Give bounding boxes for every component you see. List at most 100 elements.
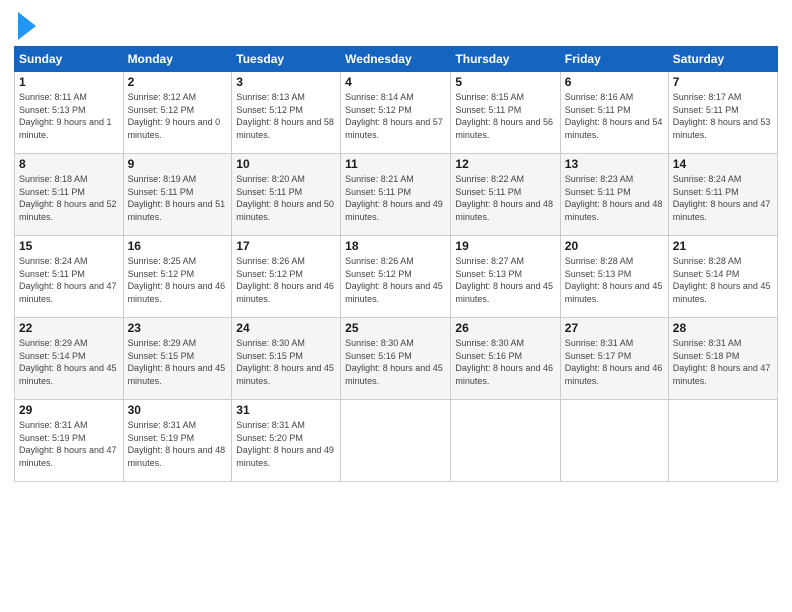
day-info: Sunrise: 8:25 AMSunset: 5:12 PMDaylight:… xyxy=(128,256,226,304)
calendar-cell: 20 Sunrise: 8:28 AMSunset: 5:13 PMDaylig… xyxy=(560,236,668,318)
calendar-cell: 14 Sunrise: 8:24 AMSunset: 5:11 PMDaylig… xyxy=(668,154,777,236)
calendar-cell: 2 Sunrise: 8:12 AMSunset: 5:12 PMDayligh… xyxy=(123,72,232,154)
day-info: Sunrise: 8:23 AMSunset: 5:11 PMDaylight:… xyxy=(565,174,663,222)
calendar-cell: 9 Sunrise: 8:19 AMSunset: 5:11 PMDayligh… xyxy=(123,154,232,236)
day-number: 7 xyxy=(673,75,773,89)
calendar-cell: 4 Sunrise: 8:14 AMSunset: 5:12 PMDayligh… xyxy=(341,72,451,154)
day-info: Sunrise: 8:26 AMSunset: 5:12 PMDaylight:… xyxy=(345,256,443,304)
day-info: Sunrise: 8:26 AMSunset: 5:12 PMDaylight:… xyxy=(236,256,334,304)
calendar-cell: 23 Sunrise: 8:29 AMSunset: 5:15 PMDaylig… xyxy=(123,318,232,400)
calendar-table: SundayMondayTuesdayWednesdayThursdayFrid… xyxy=(14,46,778,482)
calendar-cell xyxy=(451,400,560,482)
page-header xyxy=(14,10,778,40)
calendar-cell: 28 Sunrise: 8:31 AMSunset: 5:18 PMDaylig… xyxy=(668,318,777,400)
calendar-cell: 19 Sunrise: 8:27 AMSunset: 5:13 PMDaylig… xyxy=(451,236,560,318)
day-number: 12 xyxy=(455,157,555,171)
day-info: Sunrise: 8:28 AMSunset: 5:13 PMDaylight:… xyxy=(565,256,663,304)
day-number: 4 xyxy=(345,75,446,89)
day-number: 19 xyxy=(455,239,555,253)
day-number: 26 xyxy=(455,321,555,335)
calendar-cell: 31 Sunrise: 8:31 AMSunset: 5:20 PMDaylig… xyxy=(232,400,341,482)
calendar-cell: 21 Sunrise: 8:28 AMSunset: 5:14 PMDaylig… xyxy=(668,236,777,318)
day-number: 27 xyxy=(565,321,664,335)
day-info: Sunrise: 8:31 AMSunset: 5:17 PMDaylight:… xyxy=(565,338,663,386)
day-info: Sunrise: 8:19 AMSunset: 5:11 PMDaylight:… xyxy=(128,174,226,222)
calendar-cell: 1 Sunrise: 8:11 AMSunset: 5:13 PMDayligh… xyxy=(15,72,124,154)
day-info: Sunrise: 8:13 AMSunset: 5:12 PMDaylight:… xyxy=(236,92,334,140)
weekday-thursday: Thursday xyxy=(451,47,560,72)
day-info: Sunrise: 8:30 AMSunset: 5:16 PMDaylight:… xyxy=(455,338,553,386)
calendar-cell xyxy=(668,400,777,482)
day-number: 1 xyxy=(19,75,119,89)
day-info: Sunrise: 8:12 AMSunset: 5:12 PMDaylight:… xyxy=(128,92,221,140)
day-info: Sunrise: 8:29 AMSunset: 5:15 PMDaylight:… xyxy=(128,338,226,386)
calendar-week-2: 8 Sunrise: 8:18 AMSunset: 5:11 PMDayligh… xyxy=(15,154,778,236)
weekday-saturday: Saturday xyxy=(668,47,777,72)
calendar-cell: 26 Sunrise: 8:30 AMSunset: 5:16 PMDaylig… xyxy=(451,318,560,400)
day-number: 25 xyxy=(345,321,446,335)
day-number: 2 xyxy=(128,75,228,89)
day-info: Sunrise: 8:31 AMSunset: 5:18 PMDaylight:… xyxy=(673,338,771,386)
calendar-cell: 25 Sunrise: 8:30 AMSunset: 5:16 PMDaylig… xyxy=(341,318,451,400)
day-number: 9 xyxy=(128,157,228,171)
weekday-monday: Monday xyxy=(123,47,232,72)
calendar-cell: 18 Sunrise: 8:26 AMSunset: 5:12 PMDaylig… xyxy=(341,236,451,318)
day-info: Sunrise: 8:31 AMSunset: 5:19 PMDaylight:… xyxy=(128,420,226,468)
day-info: Sunrise: 8:16 AMSunset: 5:11 PMDaylight:… xyxy=(565,92,663,140)
day-info: Sunrise: 8:21 AMSunset: 5:11 PMDaylight:… xyxy=(345,174,443,222)
weekday-friday: Friday xyxy=(560,47,668,72)
calendar-cell: 13 Sunrise: 8:23 AMSunset: 5:11 PMDaylig… xyxy=(560,154,668,236)
weekday-header-row: SundayMondayTuesdayWednesdayThursdayFrid… xyxy=(15,47,778,72)
day-number: 23 xyxy=(128,321,228,335)
calendar-week-1: 1 Sunrise: 8:11 AMSunset: 5:13 PMDayligh… xyxy=(15,72,778,154)
day-number: 3 xyxy=(236,75,336,89)
day-number: 11 xyxy=(345,157,446,171)
calendar-cell: 17 Sunrise: 8:26 AMSunset: 5:12 PMDaylig… xyxy=(232,236,341,318)
day-info: Sunrise: 8:28 AMSunset: 5:14 PMDaylight:… xyxy=(673,256,771,304)
day-number: 21 xyxy=(673,239,773,253)
calendar-week-5: 29 Sunrise: 8:31 AMSunset: 5:19 PMDaylig… xyxy=(15,400,778,482)
day-info: Sunrise: 8:22 AMSunset: 5:11 PMDaylight:… xyxy=(455,174,553,222)
day-number: 14 xyxy=(673,157,773,171)
day-number: 29 xyxy=(19,403,119,417)
calendar-cell: 7 Sunrise: 8:17 AMSunset: 5:11 PMDayligh… xyxy=(668,72,777,154)
calendar-cell xyxy=(341,400,451,482)
day-number: 22 xyxy=(19,321,119,335)
calendar-cell: 11 Sunrise: 8:21 AMSunset: 5:11 PMDaylig… xyxy=(341,154,451,236)
day-number: 10 xyxy=(236,157,336,171)
day-number: 20 xyxy=(565,239,664,253)
day-number: 15 xyxy=(19,239,119,253)
calendar-cell: 5 Sunrise: 8:15 AMSunset: 5:11 PMDayligh… xyxy=(451,72,560,154)
day-number: 24 xyxy=(236,321,336,335)
day-info: Sunrise: 8:30 AMSunset: 5:16 PMDaylight:… xyxy=(345,338,443,386)
day-info: Sunrise: 8:20 AMSunset: 5:11 PMDaylight:… xyxy=(236,174,334,222)
day-number: 16 xyxy=(128,239,228,253)
calendar-cell: 24 Sunrise: 8:30 AMSunset: 5:15 PMDaylig… xyxy=(232,318,341,400)
day-info: Sunrise: 8:30 AMSunset: 5:15 PMDaylight:… xyxy=(236,338,334,386)
day-info: Sunrise: 8:17 AMSunset: 5:11 PMDaylight:… xyxy=(673,92,771,140)
weekday-wednesday: Wednesday xyxy=(341,47,451,72)
calendar-cell: 22 Sunrise: 8:29 AMSunset: 5:14 PMDaylig… xyxy=(15,318,124,400)
day-number: 5 xyxy=(455,75,555,89)
day-number: 31 xyxy=(236,403,336,417)
calendar-cell: 15 Sunrise: 8:24 AMSunset: 5:11 PMDaylig… xyxy=(15,236,124,318)
day-info: Sunrise: 8:27 AMSunset: 5:13 PMDaylight:… xyxy=(455,256,553,304)
day-number: 6 xyxy=(565,75,664,89)
day-info: Sunrise: 8:31 AMSunset: 5:20 PMDaylight:… xyxy=(236,420,334,468)
day-number: 17 xyxy=(236,239,336,253)
day-number: 30 xyxy=(128,403,228,417)
day-info: Sunrise: 8:18 AMSunset: 5:11 PMDaylight:… xyxy=(19,174,117,222)
weekday-tuesday: Tuesday xyxy=(232,47,341,72)
day-info: Sunrise: 8:29 AMSunset: 5:14 PMDaylight:… xyxy=(19,338,117,386)
calendar-cell: 6 Sunrise: 8:16 AMSunset: 5:11 PMDayligh… xyxy=(560,72,668,154)
calendar-cell: 12 Sunrise: 8:22 AMSunset: 5:11 PMDaylig… xyxy=(451,154,560,236)
calendar-week-4: 22 Sunrise: 8:29 AMSunset: 5:14 PMDaylig… xyxy=(15,318,778,400)
day-number: 13 xyxy=(565,157,664,171)
calendar-cell: 10 Sunrise: 8:20 AMSunset: 5:11 PMDaylig… xyxy=(232,154,341,236)
day-number: 8 xyxy=(19,157,119,171)
calendar-cell: 29 Sunrise: 8:31 AMSunset: 5:19 PMDaylig… xyxy=(15,400,124,482)
calendar-cell xyxy=(560,400,668,482)
calendar-cell: 8 Sunrise: 8:18 AMSunset: 5:11 PMDayligh… xyxy=(15,154,124,236)
calendar-week-3: 15 Sunrise: 8:24 AMSunset: 5:11 PMDaylig… xyxy=(15,236,778,318)
logo xyxy=(14,10,36,40)
